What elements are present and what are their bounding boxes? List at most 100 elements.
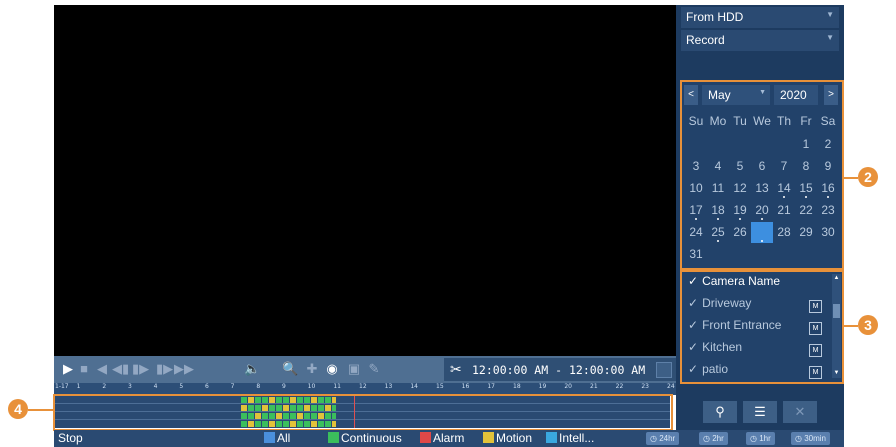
zoom-30min-button[interactable]: ◷ 30min [791, 432, 830, 445]
clip-end-time[interactable]: 12:00:00 AM [569, 363, 645, 377]
volume-icon[interactable]: 🔈 [244, 361, 260, 377]
calendar-day[interactable]: 17 [685, 200, 707, 221]
calendar-day[interactable]: 6 [751, 156, 773, 177]
file-list-button[interactable]: ☰ [743, 401, 777, 423]
camera-list-scrollbar[interactable]: ▲ ▼ [832, 274, 841, 378]
camera-switch-icon[interactable]: ◉ [324, 361, 340, 377]
calendar-day[interactable]: 19 [729, 200, 751, 221]
checkbox-icon [328, 432, 339, 443]
callout-2: 2 [858, 167, 878, 187]
timeline-tick-label: 1 [76, 383, 81, 390]
main-stream-badge[interactable]: M [809, 300, 822, 313]
calendar-day[interactable]: 15 [795, 178, 817, 199]
calendar-day[interactable]: 22 [795, 200, 817, 221]
recording-dot-icon [761, 218, 763, 220]
timeline-tick-label: 3 [128, 383, 132, 390]
calendar-day[interactable]: 1 [795, 134, 817, 155]
zoom-icon[interactable]: 🔍 [282, 361, 298, 377]
calendar-day[interactable]: 24 [685, 222, 707, 243]
calendar-day[interactable]: 7 [773, 156, 795, 177]
stop-icon[interactable]: ■ [76, 361, 92, 377]
step-back-icon[interactable]: ◀▮ [112, 361, 129, 377]
scroll-up-icon[interactable]: ▲ [832, 274, 841, 283]
save-clip-icon[interactable] [656, 362, 672, 378]
calendar-header: < May ▼ 2020 > [684, 85, 840, 105]
main-stream-badge[interactable]: M [809, 344, 822, 357]
callout-line [842, 177, 858, 179]
timeline-tick-label: 6 [205, 383, 209, 390]
calendar-day[interactable]: 4 [707, 156, 729, 177]
calendar-day[interactable]: 11 [707, 178, 729, 199]
camera-item-front-entrance[interactable]: ✓ Front Entrance M [688, 318, 824, 340]
camera-item-patio[interactable]: ✓ patio M [688, 362, 824, 384]
calendar-day[interactable]: 27 [751, 222, 773, 243]
step-forward-icon[interactable]: ▮▶ [132, 361, 149, 377]
calendar-day[interactable]: 29 [795, 222, 817, 243]
calendar-day[interactable]: 2 [817, 134, 839, 155]
zoom-1hr-button[interactable]: ◷ 1hr [746, 432, 775, 445]
calendar-day[interactable]: 21 [773, 200, 795, 221]
filter-intelligent[interactable]: Intell... [546, 431, 594, 445]
calendar-day[interactable]: 30 [817, 222, 839, 243]
calendar-day[interactable]: 31 [685, 244, 707, 265]
check-icon: ✓ [688, 340, 699, 354]
weekday-label: Su [688, 114, 704, 128]
check-icon: ✓ [688, 274, 699, 288]
camera-list-header[interactable]: ✓ Camera Name [688, 274, 824, 296]
smart-search-button[interactable]: ⚲ [703, 401, 737, 423]
slow-play-icon[interactable]: ▮▶ [156, 361, 173, 377]
next-month-button[interactable]: > [824, 85, 838, 105]
scroll-thumb[interactable] [833, 304, 840, 318]
tag-icon[interactable]: ✎ [366, 361, 382, 377]
clip-start-time[interactable]: 12:00:00 AM [472, 363, 548, 377]
edit-icon[interactable]: ✚ [304, 361, 320, 377]
check-icon: ✓ [688, 318, 699, 332]
calendar-day[interactable]: 20 [751, 200, 773, 221]
timeline-tick-label: 18 [513, 383, 521, 390]
callout-line [28, 409, 54, 411]
calendar-day[interactable]: 26 [729, 222, 751, 243]
main-stream-badge[interactable]: M [809, 322, 822, 335]
main-stream-badge[interactable]: M [809, 366, 822, 379]
reverse-play-icon[interactable]: ◀ [94, 361, 110, 377]
filter-all[interactable]: All [264, 431, 290, 445]
calendar-day[interactable]: 12 [729, 178, 751, 199]
calendar-day[interactable]: 23 [817, 200, 839, 221]
video-playback-area[interactable] [54, 5, 676, 356]
calendar-day[interactable]: 14 [773, 178, 795, 199]
filter-alarm[interactable]: Alarm [420, 431, 464, 445]
camera-item-kitchen[interactable]: ✓ Kitchen M [688, 340, 824, 362]
scroll-down-icon[interactable]: ▼ [832, 369, 841, 378]
scissors-icon[interactable]: ✂ [450, 361, 462, 378]
clip-button[interactable]: ✕ [783, 401, 817, 423]
calendar-day[interactable]: 25 [707, 222, 729, 243]
zoom-24hr-button[interactable]: ◷ 24hr [646, 432, 680, 445]
checkbox-icon [546, 432, 557, 443]
mode-dropdown[interactable]: Record ▼ [681, 30, 839, 51]
fast-forward-icon[interactable]: ▶▶ [174, 361, 194, 377]
timeline-tick-label: 7 [230, 383, 235, 390]
calendar-day[interactable]: 10 [685, 178, 707, 199]
calendar-day[interactable]: 9 [817, 156, 839, 177]
filter-motion[interactable]: Motion [483, 431, 532, 445]
calendar-day[interactable]: 28 [773, 222, 795, 243]
weekday-label: Tu [733, 114, 747, 128]
calendar-day[interactable]: 8 [795, 156, 817, 177]
calendar-day[interactable]: 13 [751, 178, 773, 199]
timeline-tick-label: 20 [564, 383, 572, 390]
source-dropdown[interactable]: From HDD ▼ [681, 7, 839, 28]
recording-dot-icon [783, 196, 785, 198]
play-icon[interactable]: ▶ [60, 361, 76, 377]
month-select[interactable]: May ▼ [702, 85, 770, 105]
calendar-day[interactable]: 3 [685, 156, 707, 177]
year-select[interactable]: 2020 [774, 85, 818, 105]
zoom-2hr-button[interactable]: ◷ 2hr [699, 432, 728, 445]
callout-line [842, 325, 858, 327]
calendar-day[interactable]: 5 [729, 156, 751, 177]
camera-item-driveway[interactable]: ✓ Driveway M [688, 296, 824, 318]
calendar-day[interactable]: 18 [707, 200, 729, 221]
calendar-day[interactable]: 16 [817, 178, 839, 199]
prev-month-button[interactable]: < [684, 85, 698, 105]
filter-continuous[interactable]: Continuous [328, 431, 402, 445]
snapshot-icon[interactable]: ▣ [346, 361, 362, 377]
